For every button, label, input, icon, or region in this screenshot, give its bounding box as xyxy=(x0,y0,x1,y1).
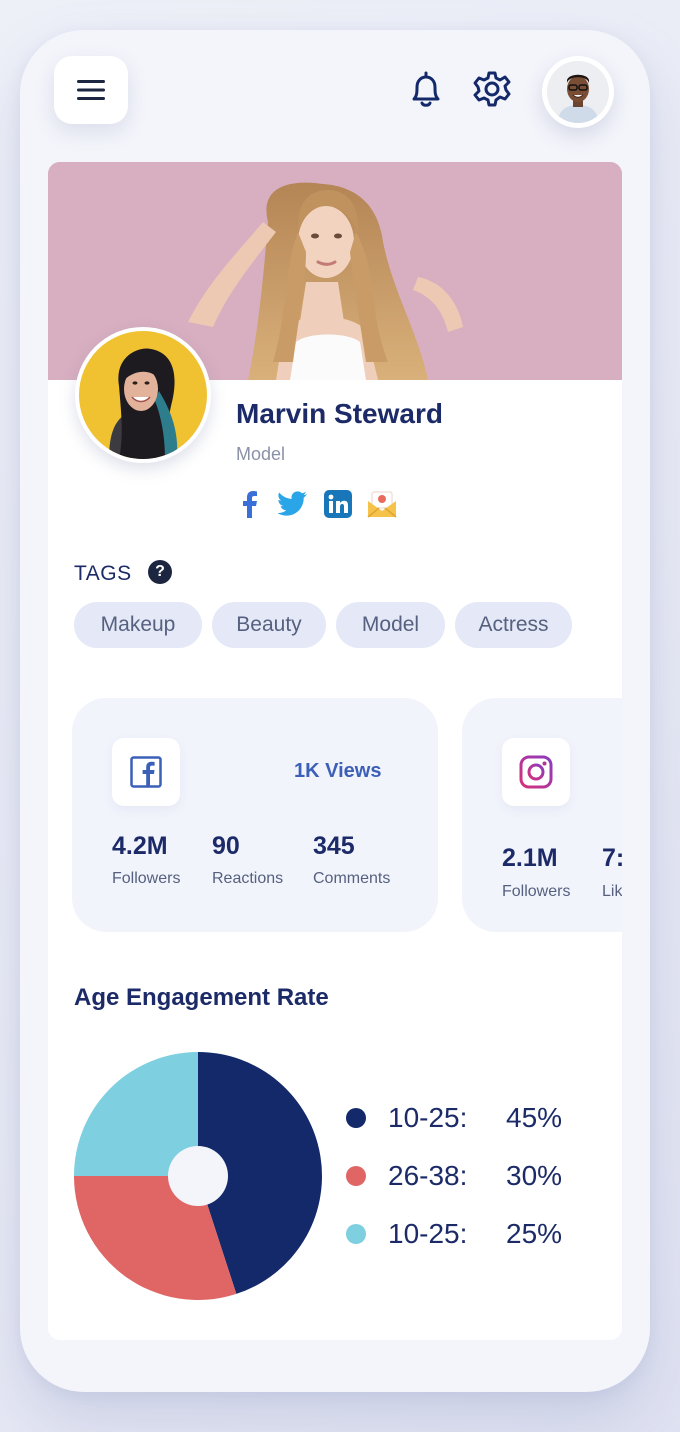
views-count: 1K Views xyxy=(294,760,382,782)
comments-value: 345 xyxy=(313,832,355,860)
likes-value: 7: xyxy=(602,844,622,872)
profile-role: Model xyxy=(236,444,286,464)
likes-label: Lik xyxy=(602,883,622,900)
tag-chip[interactable]: Actress xyxy=(455,602,572,648)
followers-label: Followers xyxy=(502,883,571,900)
avatar-photo xyxy=(547,61,609,123)
profile-card: Marvin Steward Model TAGS ? Makeup Beaut… xyxy=(48,162,622,1340)
tag-chip[interactable]: Model xyxy=(336,602,445,648)
hamburger-menu-icon xyxy=(77,80,105,100)
menu-button[interactable] xyxy=(54,56,128,124)
profile-photo xyxy=(75,327,211,463)
engagement-pie-chart xyxy=(74,1052,322,1300)
email-icon xyxy=(367,491,397,518)
tags-label: TAGS xyxy=(74,562,132,585)
legend-range: 26-38: xyxy=(388,1160,468,1191)
legend-dot xyxy=(346,1166,366,1186)
linkedin-link[interactable] xyxy=(320,486,356,522)
reactions-value: 90 xyxy=(212,832,240,860)
legend-percentage: 30% xyxy=(506,1160,563,1191)
phone-frame: Marvin Steward Model TAGS ? Makeup Beaut… xyxy=(20,30,650,1392)
facebook-stats-card[interactable]: 1K Views 4.2M Followers 90 Reactions 345… xyxy=(72,698,438,932)
facebook-link[interactable] xyxy=(231,486,267,522)
instagram-stats-card[interactable]: 2.1M Followers 7: Lik xyxy=(462,698,622,932)
linkedin-icon xyxy=(324,490,352,518)
followers-value: 2.1M xyxy=(502,844,558,872)
reactions-label: Reactions xyxy=(212,870,284,887)
legend-percentage: 45% xyxy=(506,1102,563,1133)
email-link[interactable] xyxy=(364,486,400,522)
help-icon[interactable]: ? xyxy=(148,560,172,584)
section-title: Age Engagement Rate xyxy=(74,984,329,1011)
legend-dot xyxy=(346,1224,366,1244)
profile-name: Marvin Steward xyxy=(236,398,443,429)
twitter-link[interactable] xyxy=(275,486,311,522)
legend-item: 10-25: 25% xyxy=(346,1216,562,1252)
followers-value: 4.2M xyxy=(112,832,168,860)
comments-label: Comments xyxy=(313,870,391,887)
facebook-icon xyxy=(112,738,180,806)
gear-icon[interactable] xyxy=(470,68,514,112)
instagram-icon xyxy=(502,738,570,806)
facebook-icon xyxy=(243,491,257,518)
legend-item: 26-38: 30% xyxy=(346,1158,562,1194)
followers-label: Followers xyxy=(112,870,181,887)
tag-chip[interactable]: Makeup xyxy=(74,602,202,648)
twitter-icon xyxy=(278,491,307,516)
legend-percentage: 25% xyxy=(506,1218,563,1249)
tag-chip[interactable]: Beauty xyxy=(212,602,326,648)
bell-icon[interactable] xyxy=(404,68,448,112)
legend-dot xyxy=(346,1108,366,1128)
pie-center-hole xyxy=(168,1146,228,1206)
legend-item: 10-25: 45% xyxy=(346,1100,562,1136)
avatar[interactable] xyxy=(542,56,614,128)
legend-range: 10-25: xyxy=(388,1218,468,1249)
legend-range: 10-25: xyxy=(388,1102,468,1133)
